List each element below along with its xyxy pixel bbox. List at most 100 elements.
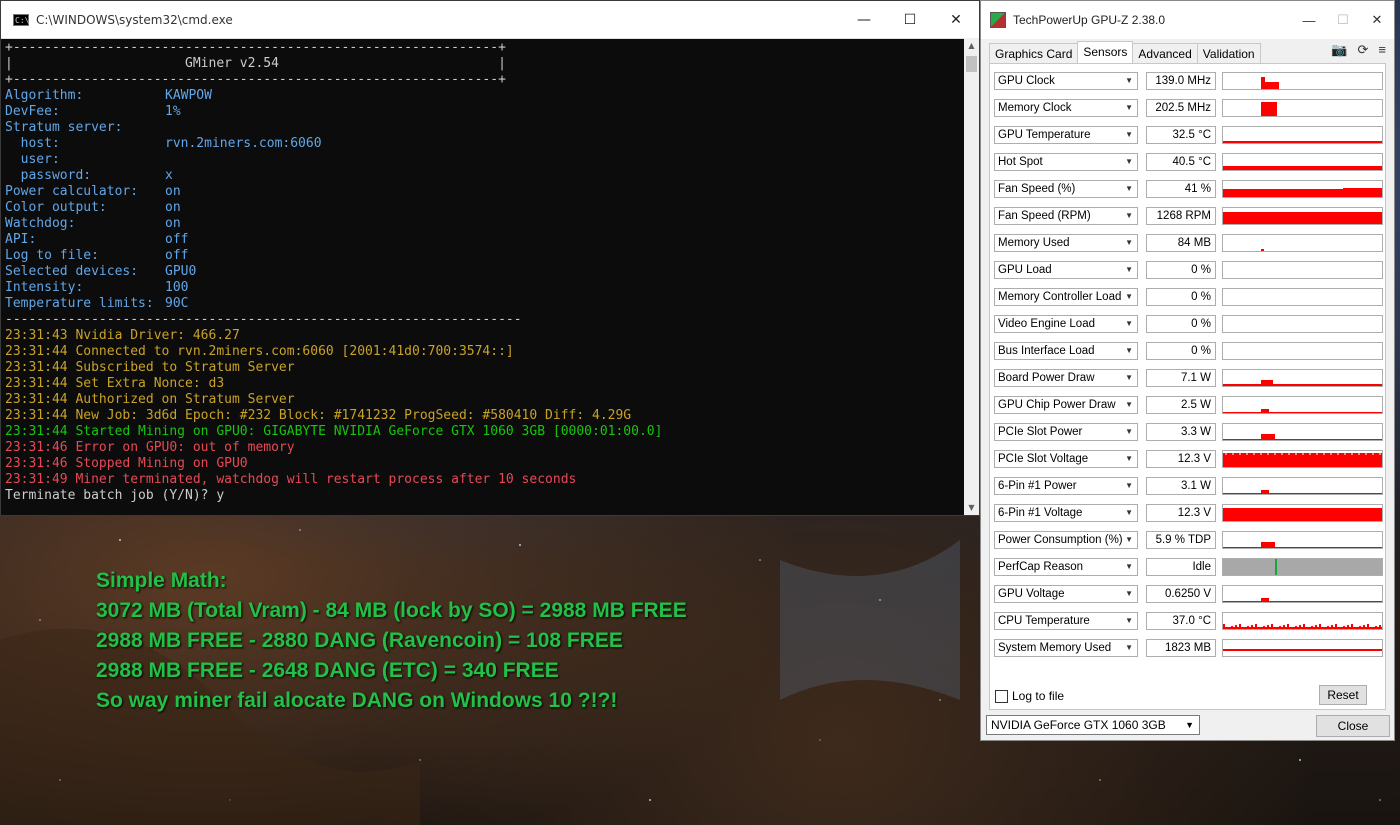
config-row: DevFee: 1% [5,104,963,120]
sensor-name-dropdown[interactable]: Fan Speed (RPM) ▼ [994,207,1138,225]
tab-advanced[interactable]: Advanced [1132,43,1198,65]
device-select-value: NVIDIA GeForce GTX 1060 3GB [991,718,1166,732]
sensor-name: GPU Chip Power Draw [998,399,1116,411]
sensor-name-dropdown[interactable]: Bus Interface Load ▼ [994,342,1138,360]
config-value: rvn.2miners.com:6060 [165,136,322,151]
log-line: 23:31:46 Error on GPU0: out of memory [5,440,295,455]
log-to-file-checkbox[interactable] [995,689,1008,703]
close-button[interactable]: ✕ [1360,12,1394,28]
config-row: Selected devices: GPU0 [5,264,963,280]
separator-line: ----------------------------------------… [5,312,522,327]
refresh-icon[interactable]: ⟳ [1358,42,1369,58]
sensor-name-dropdown[interactable]: GPU Voltage ▼ [994,585,1138,603]
console-output[interactable]: +---------------------------------------… [5,40,963,515]
sensor-value: 1823 MB [1146,639,1216,657]
sensor-name-dropdown[interactable]: PerfCap Reason ▼ [994,558,1138,576]
cmd-window[interactable]: C:\ C:\WINDOWS\system32\cmd.exe — ☐ ✕ +-… [0,0,980,516]
scroll-down-icon[interactable]: ▼ [964,500,979,515]
sensor-graph-plot [1223,343,1382,359]
config-row: API: off [5,232,963,248]
sensor-name-dropdown[interactable]: Board Power Draw ▼ [994,369,1138,387]
config-key: Selected devices: [5,264,139,279]
sensor-graph [1222,558,1383,576]
config-value: on [165,200,181,215]
sensors-panel: GPU Clock ▼ 139.0 MHz Memory Clock ▼ 202.5 MH… [989,63,1386,710]
sensor-name-dropdown[interactable]: Video Engine Load ▼ [994,315,1138,333]
sensor-graph-plot [1223,624,1382,629]
sensor-name: Fan Speed (RPM) [998,210,1091,222]
minimize-button[interactable]: — [1292,13,1326,28]
camera-icon[interactable]: 📷 [1331,42,1347,58]
maximize-button[interactable]: ☐ [887,1,933,38]
sensor-name-dropdown[interactable]: GPU Temperature ▼ [994,126,1138,144]
chevron-down-icon: ▼ [1125,157,1133,166]
sensor-name: PCIe Slot Voltage [998,453,1089,465]
sensor-name-dropdown[interactable]: GPU Chip Power Draw ▼ [994,396,1138,414]
sensor-name-dropdown[interactable]: GPU Clock ▼ [994,72,1138,90]
device-select[interactable]: NVIDIA GeForce GTX 1060 3GB ▼ [986,715,1200,735]
sensor-value: 5.9 % TDP [1146,531,1216,549]
menu-icon[interactable]: ≡ [1378,42,1386,58]
sensor-graph-plot [1223,316,1382,332]
log-line: 23:31:44 Started Mining on GPU0: GIGABYT… [5,424,663,439]
log-line: Terminate batch job (Y/N)? y [5,488,225,503]
gpuz-window[interactable]: TechPowerUp GPU-Z 2.38.0 — ☐ ✕ Graphics … [980,0,1395,741]
sensor-name-dropdown[interactable]: Memory Clock ▼ [994,99,1138,117]
vertical-scrollbar[interactable]: ▲ ▼ [964,38,979,515]
tab-graphics-card[interactable]: Graphics Card [989,43,1079,65]
sensor-graph-plot [1223,141,1382,143]
sensor-name-dropdown[interactable]: PCIe Slot Power ▼ [994,423,1138,441]
chevron-down-icon: ▼ [1125,508,1133,517]
sensor-value: 0 % [1146,288,1216,306]
sensor-name-dropdown[interactable]: 6-Pin #1 Voltage ▼ [994,504,1138,522]
config-row: Intensity: 100 [5,280,963,296]
config-row: host: rvn.2miners.com:6060 [5,136,963,152]
sensor-name-dropdown[interactable]: System Memory Used ▼ [994,639,1138,657]
sensor-graph-plot [1223,559,1382,575]
sensor-name: Memory Controller Load [998,291,1122,303]
reset-button[interactable]: Reset [1319,685,1367,705]
log-line: 23:31:44 Authorized on Stratum Server [5,392,295,407]
cmd-titlebar[interactable]: C:\ C:\WINDOWS\system32\cmd.exe — ☐ ✕ [1,1,979,39]
gpuz-titlebar[interactable]: TechPowerUp GPU-Z 2.38.0 — ☐ ✕ [981,1,1394,39]
close-button[interactable]: ✕ [933,1,979,38]
scroll-up-icon[interactable]: ▲ [964,38,979,53]
sensor-name: PCIe Slot Power [998,426,1083,438]
sensor-value: Idle [1146,558,1216,576]
annotation-line: 2988 MB FREE - 2648 DANG (ETC) = 340 FRE… [96,659,559,682]
annotation-line: So way miner fail alocate DANG on Window… [96,689,618,712]
log-to-file-option[interactable]: Log to file [995,689,1064,703]
config-row: Temperature limits: 90C [5,296,963,312]
scrollbar-thumb[interactable] [966,56,977,72]
log-to-file-label: Log to file [1012,689,1065,703]
tab-validation[interactable]: Validation [1196,43,1261,65]
sensor-name-dropdown[interactable]: Hot Spot ▼ [994,153,1138,171]
sensor-name: PerfCap Reason [998,561,1084,573]
sensor-name: CPU Temperature [998,615,1090,627]
sensor-graph-plot [1223,649,1382,651]
chevron-down-icon: ▼ [1125,103,1133,112]
sensor-name-dropdown[interactable]: Memory Controller Load ▼ [994,288,1138,306]
config-row: Power calculator: on [5,184,963,200]
config-key: Power calculator: [5,184,139,199]
sensor-name-dropdown[interactable]: Memory Used ▼ [994,234,1138,252]
sensor-value: 84 MB [1146,234,1216,252]
config-row: password: x [5,168,963,184]
sensor-name-dropdown[interactable]: CPU Temperature ▼ [994,612,1138,630]
close-window-button[interactable]: Close [1316,715,1390,737]
sensor-name-dropdown[interactable]: PCIe Slot Voltage ▼ [994,450,1138,468]
sensor-name-dropdown[interactable]: 6-Pin #1 Power ▼ [994,477,1138,495]
tab-sensors[interactable]: Sensors [1077,41,1134,65]
minimize-button[interactable]: — [841,1,887,38]
sensor-name: 6-Pin #1 Voltage [998,507,1083,519]
config-key: Color output: [5,200,107,215]
sensor-name-dropdown[interactable]: GPU Load ▼ [994,261,1138,279]
sensor-value: 3.1 W [1146,477,1216,495]
sensor-name-dropdown[interactable]: Fan Speed (%) ▼ [994,180,1138,198]
chevron-down-icon: ▼ [1125,535,1133,544]
config-value: 1% [165,104,181,119]
sensor-value: 12.3 V [1146,504,1216,522]
chevron-down-icon: ▼ [1125,589,1133,598]
sensor-name-dropdown[interactable]: Power Consumption (%) ▼ [994,531,1138,549]
sensor-value: 7.1 W [1146,369,1216,387]
